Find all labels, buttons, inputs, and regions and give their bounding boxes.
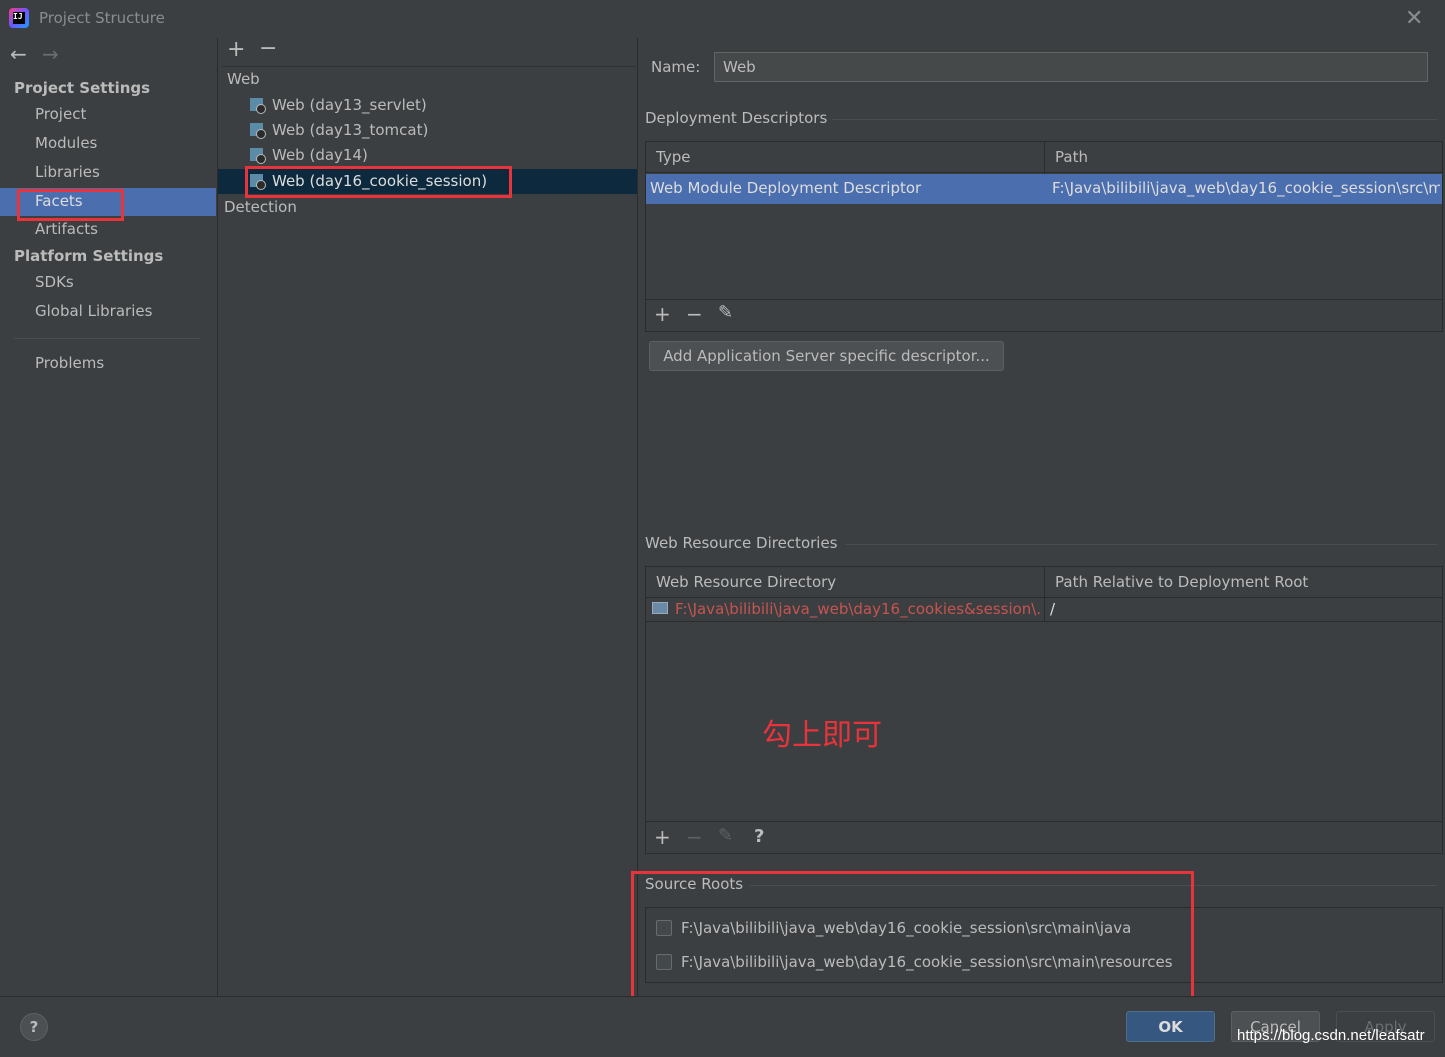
web-resource-directories-title: Web Resource Directories <box>645 534 838 552</box>
sidebar-item-modules[interactable]: Modules <box>35 134 97 152</box>
annotation-box-source-roots <box>631 871 1194 1004</box>
platform-settings-heading: Platform Settings <box>14 247 164 265</box>
sidebar-item-artifacts[interactable]: Artifacts <box>35 220 98 238</box>
back-arrow-icon[interactable]: ← <box>10 42 27 66</box>
edit-resource-icon[interactable]: ✎ <box>718 825 733 846</box>
sidebar-item-global-libraries[interactable]: Global Libraries <box>35 302 152 320</box>
help-icon[interactable]: ? <box>754 826 764 847</box>
web-facet-icon <box>250 122 266 139</box>
name-label: Name: <box>651 58 701 76</box>
intellij-logo-icon: IJ <box>9 8 29 28</box>
descriptor-path-cell: F:\Java\bilibili\java_web\day16_cookie_s… <box>1052 179 1440 197</box>
edit-descriptor-icon[interactable]: ✎ <box>718 302 733 323</box>
group-divider <box>832 119 1437 120</box>
annotation-text: 勾上即可 <box>762 718 882 753</box>
sidebar-divider <box>14 338 200 339</box>
add-resource-icon[interactable]: + <box>654 825 671 849</box>
dialog-footer <box>0 996 1445 1057</box>
help-button[interactable]: ? <box>20 1013 48 1041</box>
tree-item-label: Web (day14) <box>272 146 368 164</box>
window-title: Project Structure <box>39 9 165 27</box>
project-settings-heading: Project Settings <box>14 79 151 97</box>
sidebar-item-sdks[interactable]: SDKs <box>35 273 74 291</box>
column-header-type[interactable]: Type <box>656 148 690 166</box>
column-header-relative-path[interactable]: Path Relative to Deployment Root <box>1055 573 1308 591</box>
folder-icon <box>652 602 668 614</box>
group-divider <box>845 544 1437 545</box>
tree-item[interactable]: Web (day14) <box>250 143 368 167</box>
tree-item[interactable]: Web (day13_servlet) <box>250 93 427 117</box>
tree-item-label: Web (day13_tomcat) <box>272 121 429 139</box>
relative-path-cell: / <box>1050 600 1056 618</box>
sidebar <box>0 38 218 996</box>
tree-root-web[interactable]: Web <box>227 70 260 88</box>
column-header-path[interactable]: Path <box>1055 148 1088 166</box>
title-bar <box>0 0 1445 38</box>
table-toolbar-divider <box>646 299 1442 300</box>
close-icon[interactable]: ✕ <box>1405 6 1423 31</box>
forward-arrow-icon[interactable]: → <box>42 42 59 66</box>
annotation-box-facets <box>17 189 124 221</box>
web-facet-icon <box>250 97 266 114</box>
name-field[interactable] <box>714 52 1428 82</box>
column-header-web-resource-directory[interactable]: Web Resource Directory <box>656 573 836 591</box>
tree-item-label: Web (day13_servlet) <box>272 96 427 114</box>
add-descriptor-icon[interactable]: + <box>654 302 671 326</box>
add-facet-icon[interactable]: + <box>227 37 245 62</box>
annotation-box-tree-item <box>245 166 512 198</box>
tree-detection[interactable]: Detection <box>224 198 297 216</box>
sidebar-item-problems[interactable]: Problems <box>35 354 104 372</box>
deployment-descriptors-title: Deployment Descriptors <box>645 109 828 127</box>
resource-directory-cell: F:\Java\bilibili\java_web\day16_cookies&… <box>675 600 1041 618</box>
descriptor-type-cell: Web Module Deployment Descriptor <box>650 179 922 197</box>
remove-resource-icon[interactable]: − <box>686 825 703 849</box>
remove-facet-icon[interactable]: − <box>259 36 277 61</box>
sidebar-item-project[interactable]: Project <box>35 105 86 123</box>
watermark-text: https://blog.csdn.net/leafsatr <box>1237 1027 1425 1044</box>
table-toolbar-divider <box>646 821 1442 822</box>
ok-button[interactable]: OK <box>1126 1011 1215 1042</box>
sidebar-item-libraries[interactable]: Libraries <box>35 163 100 181</box>
web-facet-icon <box>250 147 266 164</box>
remove-descriptor-icon[interactable]: − <box>686 302 703 326</box>
tree-item[interactable]: Web (day13_tomcat) <box>250 118 428 142</box>
tree-toolbar-divider <box>222 66 636 67</box>
add-server-descriptor-button[interactable]: Add Application Server specific descript… <box>649 341 1004 371</box>
